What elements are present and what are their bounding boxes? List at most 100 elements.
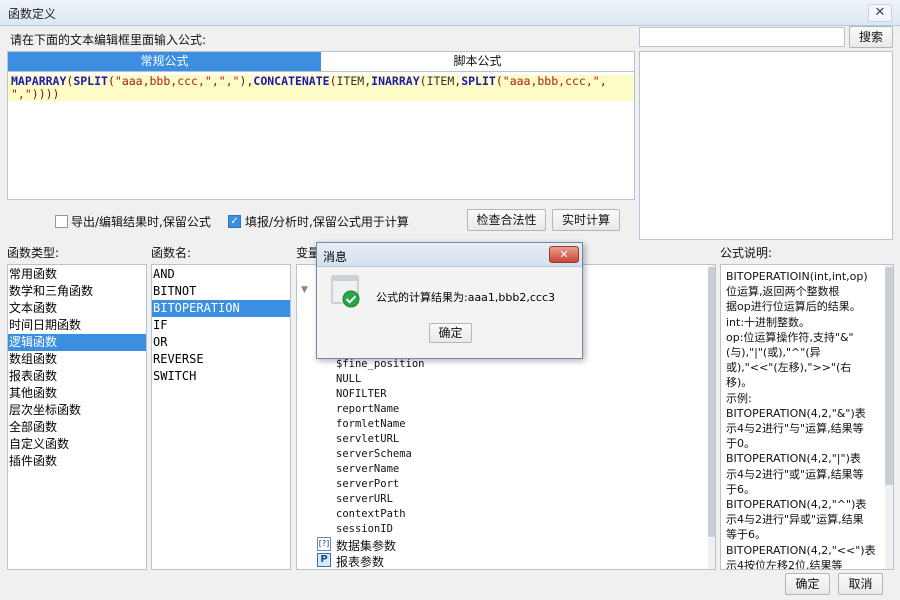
- func-names-list[interactable]: AND BITNOT BITOPERATION IF OR REVERSE SWITCH: [151, 264, 291, 570]
- formula-token: ),: [239, 74, 254, 88]
- formula-token: SPLIT: [73, 74, 108, 88]
- message-dialog: 消息 ✕ 公式的计算结果为:aaa1,bbb2,ccc3 确定: [316, 242, 583, 359]
- description-line: BITOPERATIOIN(int,int,op): [726, 270, 868, 283]
- window-close-button[interactable]: ✕: [868, 4, 892, 22]
- search-button[interactable]: 搜索: [849, 26, 893, 48]
- variable-item[interactable]: reportName: [336, 402, 399, 417]
- search-input[interactable]: [639, 27, 845, 47]
- tab-regular-formula[interactable]: 常规公式: [8, 52, 321, 71]
- list-item[interactable]: IF: [152, 317, 290, 334]
- dialog-titlebar: 消息 ✕: [317, 243, 582, 267]
- formula-token: ,: [599, 74, 607, 88]
- formula-editor[interactable]: MAPARRAY(SPLIT("aaa,bbb,ccc,",","),CONCA…: [7, 71, 635, 200]
- variable-item[interactable]: serverPort: [336, 477, 399, 492]
- list-item[interactable]: 文本函数: [8, 300, 146, 317]
- search-results-pane[interactable]: [639, 51, 893, 240]
- check-validity-button[interactable]: 检查合法性: [467, 209, 546, 231]
- variables-scroll-thumb[interactable]: [708, 267, 715, 537]
- editor-prompt-label: 请在下面的文本编辑框里面输入公式:: [10, 33, 207, 47]
- keep-formula-export-label: 导出/编辑结果时,保留公式: [71, 215, 211, 229]
- description-line: 示4与2进行"或"运算,结果等: [726, 467, 864, 481]
- formula-token: (: [419, 74, 427, 88]
- formula-editor-line-2: ",")))): [8, 88, 634, 101]
- dialog-message: 公式的计算结果为:aaa1,bbb2,ccc3: [376, 291, 556, 304]
- list-item[interactable]: REVERSE: [152, 351, 290, 368]
- window-title: 函数定义: [8, 7, 57, 21]
- realtime-compute-button[interactable]: 实时计算: [552, 209, 620, 231]
- list-item[interactable]: 数组函数: [8, 351, 146, 368]
- formula-token: ",": [218, 74, 240, 88]
- list-item[interactable]: SWITCH: [152, 368, 290, 385]
- formula-token: INARRAY: [371, 74, 420, 88]
- description-line: 于0。: [726, 437, 755, 451]
- list-item[interactable]: 插件函数: [8, 453, 146, 470]
- description-line: BITOPERATION(4,2,"&")表: [726, 406, 866, 420]
- variable-item[interactable]: contextPath: [336, 507, 406, 522]
- dataset-params-group[interactable]: 数据集参数: [336, 537, 396, 554]
- variable-item[interactable]: formletName: [336, 417, 406, 432]
- description-line: 等于6。: [726, 528, 766, 542]
- variable-item[interactable]: NULL: [336, 372, 361, 387]
- tree-expand-icon[interactable]: ▼: [301, 285, 308, 295]
- variable-item[interactable]: $fine_position: [336, 357, 425, 372]
- list-item[interactable]: AND: [152, 266, 290, 283]
- description-line: 位运算,返回两个整数根: [726, 285, 840, 299]
- description-line: 或),"<<"(左移),">>"(右: [726, 361, 852, 375]
- cancel-button[interactable]: 取消: [838, 573, 883, 595]
- description-line: BITOPERATION(4,2,"^")表: [726, 498, 867, 511]
- list-item[interactable]: BITNOT: [152, 283, 290, 300]
- variable-item[interactable]: serverSchema: [336, 447, 412, 462]
- formula-token: SPLIT: [461, 74, 496, 88]
- ok-button[interactable]: 确定: [785, 573, 830, 595]
- tab-script-formula[interactable]: 脚本公式: [321, 52, 634, 71]
- close-icon: ✕: [559, 248, 569, 261]
- description-line: op:位运算操作符,支持"&": [726, 330, 854, 344]
- list-item[interactable]: OR: [152, 334, 290, 351]
- list-item[interactable]: 自定义函数: [8, 436, 146, 453]
- dialog-close-button[interactable]: ✕: [549, 246, 579, 263]
- formula-token: ",": [11, 87, 32, 101]
- list-item[interactable]: 其他函数: [8, 385, 146, 402]
- description-line: 示例:: [726, 391, 752, 405]
- description-line: 移)。: [726, 376, 753, 390]
- list-item[interactable]: 层次坐标函数: [8, 402, 146, 419]
- description-scroll-thumb[interactable]: [885, 267, 893, 485]
- formula-tabs: 常规公式 脚本公式: [7, 51, 635, 71]
- description-line: 示4与2进行"异或"运算,结果: [726, 513, 864, 527]
- variable-item[interactable]: NOFILTER: [336, 387, 387, 402]
- list-item[interactable]: 常用函数: [8, 266, 146, 283]
- dialog-ok-button[interactable]: 确定: [429, 323, 472, 343]
- description-line: BITOPERATION(4,2,"<<")表: [726, 543, 876, 557]
- dataset-param-icon: [?]: [317, 537, 331, 551]
- description-line: 示4按位左移2位,结果等: [726, 558, 843, 570]
- list-item[interactable]: 逻辑函数: [8, 334, 146, 351]
- list-item[interactable]: 报表函数: [8, 368, 146, 385]
- description-line: (与),"|"(或),"^"(异: [726, 346, 821, 359]
- func-types-list[interactable]: 常用函数 数学和三角函数 文本函数 时间日期函数 逻辑函数 数组函数 报表函数 其他函数 层次坐…: [7, 264, 147, 570]
- keep-formula-export-checkbox[interactable]: [55, 215, 68, 228]
- formula-token: "aaa,bbb,ccc,": [114, 74, 212, 88]
- window-titlebar: 函数定义 ✕: [0, 0, 900, 26]
- variable-item[interactable]: sessionID: [336, 522, 393, 537]
- func-types-header: 函数类型:: [7, 246, 60, 260]
- formula-token: MAPARRAY: [11, 74, 67, 88]
- dialog-title: 消息: [323, 250, 348, 264]
- list-item[interactable]: 时间日期函数: [8, 317, 146, 334]
- description-line: 于6。: [726, 482, 755, 496]
- description-line: int:十进制整数。: [726, 315, 811, 329]
- close-icon: ✕: [874, 5, 886, 20]
- keep-formula-fill-checkbox[interactable]: ✓: [228, 215, 241, 228]
- list-item[interactable]: 全部函数: [8, 419, 146, 436]
- report-params-group[interactable]: 报表参数: [336, 553, 384, 569]
- list-item[interactable]: BITOPERATION: [152, 300, 290, 317]
- keep-formula-fill-label: 填报/分析时,保留公式用于计算: [245, 215, 409, 229]
- formula-token: )))): [31, 87, 60, 101]
- description-line: BITOPERATION(4,2,"|")表: [726, 452, 861, 466]
- list-item[interactable]: 数学和三角函数: [8, 283, 146, 300]
- formula-token: CONCATENATE: [253, 74, 330, 88]
- variable-item[interactable]: serverName: [336, 462, 399, 477]
- formula-token: (: [329, 74, 337, 88]
- variable-item[interactable]: servletURL: [336, 432, 399, 447]
- variable-item[interactable]: serverURL: [336, 492, 393, 507]
- formula-token: (: [107, 74, 115, 88]
